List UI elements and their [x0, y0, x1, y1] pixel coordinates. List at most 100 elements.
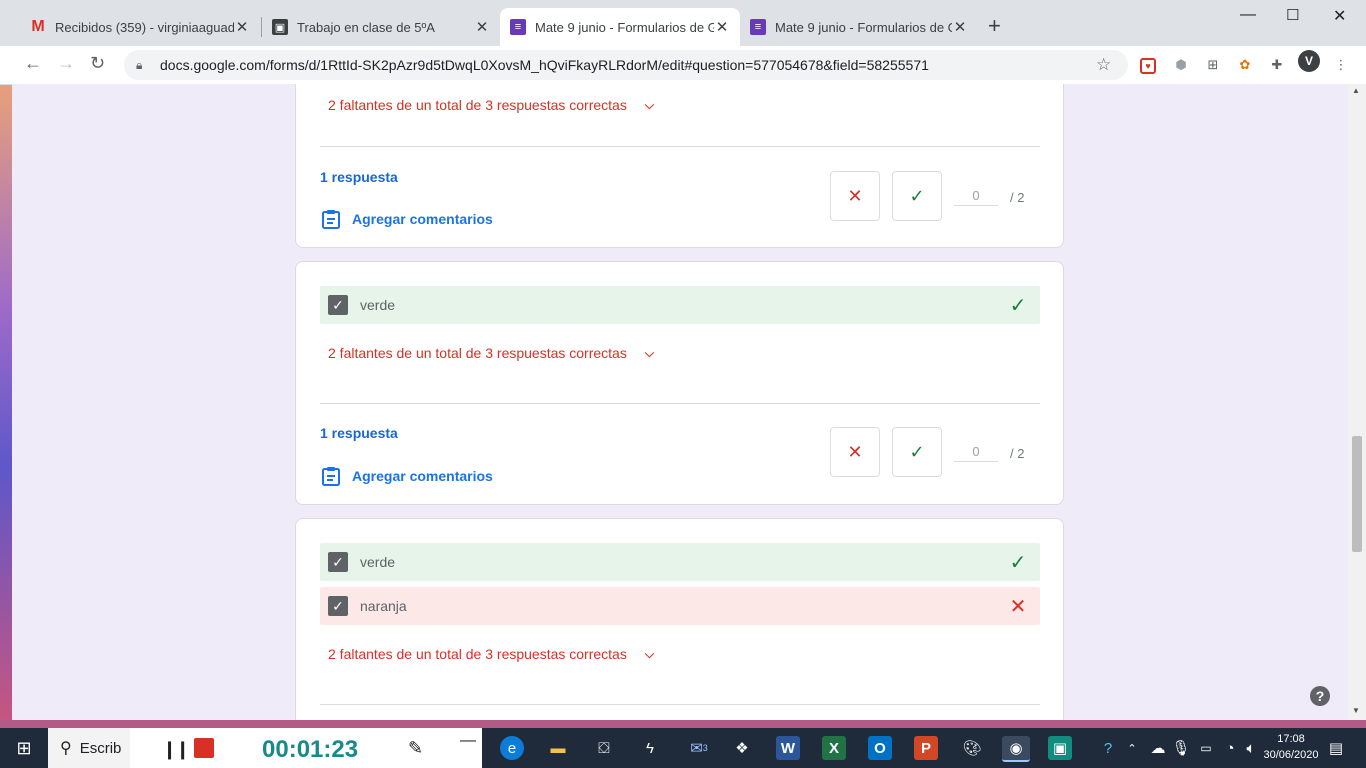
- tray-expand-icon[interactable]: ⌃: [1124, 736, 1140, 760]
- extensions-puzzle-icon[interactable]: ✚: [1268, 56, 1286, 74]
- pause-icon[interactable]: ❙❙: [162, 739, 190, 760]
- add-comments-button[interactable]: Agregar comentarios: [320, 209, 493, 229]
- excel-icon[interactable]: X: [822, 736, 846, 760]
- desktop-background: [0, 84, 12, 724]
- profile-avatar[interactable]: V: [1298, 50, 1320, 72]
- forms-page: 2 faltantes de un total de 3 respuestas …: [12, 84, 1348, 720]
- forms-icon: ≡: [510, 19, 526, 35]
- wifi-icon[interactable]: ◔: [1220, 736, 1240, 760]
- missing-answers-toggle[interactable]: 2 faltantes de un total de 3 respuestas …: [328, 646, 654, 662]
- divider: [320, 704, 1040, 705]
- responses-link[interactable]: 1 respuesta: [320, 425, 398, 441]
- browser-menu-icon[interactable]: ⋮: [1332, 56, 1350, 74]
- search-placeholder: Escrib: [79, 739, 122, 757]
- word-icon[interactable]: W: [776, 736, 800, 760]
- mail-icon[interactable]: ✉ 3: [684, 736, 714, 760]
- windows-start-icon[interactable]: ⊞: [12, 736, 36, 760]
- scroll-down-icon[interactable]: ▼: [1352, 706, 1360, 715]
- back-icon[interactable]: ←: [24, 53, 42, 74]
- store-icon[interactable]: ⛋: [592, 736, 616, 760]
- missing-answers-text: 2 faltantes de un total de 3 respuestas …: [328, 97, 627, 113]
- browser-tab-strip: M Recibidos (359) - virginiaaguado ✕ ▣ T…: [0, 0, 1366, 46]
- app-icon[interactable]: ϟ: [638, 736, 662, 760]
- search-icon: ⚲: [60, 740, 72, 757]
- extension-icon-2[interactable]: ⬢: [1172, 56, 1190, 74]
- chrome-icon[interactable]: ◉: [1002, 736, 1030, 762]
- minimize-icon[interactable]: —: [1240, 6, 1256, 24]
- gmail-icon: M: [31, 18, 45, 35]
- dropbox-icon[interactable]: ❖: [730, 736, 754, 760]
- taskbar-clock[interactable]: 17:08 30/06/2020: [1262, 731, 1320, 763]
- powerpoint-icon[interactable]: P: [914, 736, 938, 760]
- missing-answers-toggle[interactable]: 2 faltantes de un total de 3 respuestas …: [328, 97, 654, 113]
- tab-title: Mate 9 junio - Formularios de Go: [535, 19, 714, 35]
- points-input[interactable]: 0: [954, 188, 998, 206]
- microphone-icon[interactable]: 🎙︎: [1171, 736, 1190, 760]
- tab-classroom[interactable]: ▣ Trabajo en clase de 5ºA ✕: [262, 8, 500, 46]
- address-bar[interactable]: 🔒︎ docs.google.com/forms/d/1RttId-SK2pAz…: [124, 50, 1128, 80]
- new-tab-icon[interactable]: +: [988, 13, 1001, 39]
- tab-gmail[interactable]: M Recibidos (359) - virginiaaguado ✕: [20, 8, 260, 46]
- maximize-icon[interactable]: ☐: [1286, 6, 1299, 24]
- option-label: verde: [360, 554, 396, 570]
- apps-grid-icon[interactable]: ⊞: [1204, 56, 1222, 74]
- pen-icon[interactable]: ✎: [408, 738, 423, 759]
- page-scrollbar[interactable]: ▲ ▼: [1348, 84, 1366, 720]
- minimize-recorder-icon[interactable]: —: [460, 732, 476, 750]
- desktop-background-bottom: [0, 720, 1366, 728]
- comment-clipboard-icon: [322, 210, 340, 229]
- checked-checkbox-icon: ✓: [328, 295, 348, 315]
- reload-icon[interactable]: ↻: [90, 53, 105, 74]
- mark-incorrect-button[interactable]: ✕: [830, 171, 880, 221]
- forward-icon[interactable]: →: [57, 53, 75, 74]
- divider: [320, 403, 1040, 404]
- screen-recorder-bar: ❙❙ 00:01:23 ✎ —: [130, 728, 482, 768]
- stop-recording-icon[interactable]: [194, 738, 214, 758]
- add-comments-label: Agregar comentarios: [352, 211, 493, 227]
- tab-forms[interactable]: ≡ Mate 9 junio - Formularios de Go ✕: [740, 8, 978, 46]
- battery-icon[interactable]: ▭: [1196, 736, 1216, 760]
- clock-time: 17:08: [1277, 733, 1305, 745]
- add-comments-label: Agregar comentarios: [352, 468, 493, 484]
- edge-icon[interactable]: e: [500, 736, 524, 760]
- app-icon-2[interactable]: ▣: [1048, 736, 1072, 760]
- mark-correct-button[interactable]: ✓: [892, 427, 942, 477]
- responses-link[interactable]: 1 respuesta: [320, 169, 398, 185]
- volume-icon[interactable]: 🔈︎: [1242, 736, 1260, 760]
- close-tab-icon[interactable]: ✕: [234, 18, 250, 36]
- paint-icon[interactable]: 🎨︎: [960, 736, 984, 760]
- help-icon[interactable]: ?: [1310, 686, 1330, 706]
- tab-title: Mate 9 junio - Formularios de Go: [775, 19, 952, 35]
- answer-option-correct: ✓ verde ✓: [320, 543, 1040, 581]
- close-tab-icon[interactable]: ✕: [952, 18, 968, 36]
- extension-icon-3[interactable]: ✿: [1236, 56, 1254, 74]
- onedrive-icon[interactable]: ☁: [1148, 736, 1168, 760]
- mark-incorrect-button[interactable]: ✕: [830, 427, 880, 477]
- lock-icon: 🔒︎: [136, 57, 143, 72]
- close-window-icon[interactable]: ✕: [1333, 6, 1346, 26]
- add-comments-button[interactable]: Agregar comentarios: [320, 466, 493, 486]
- bookmark-star-icon[interactable]: ☆: [1096, 55, 1120, 75]
- close-tab-icon[interactable]: ✕: [714, 18, 730, 36]
- option-label: naranja: [360, 598, 407, 614]
- file-explorer-icon[interactable]: ▬: [546, 736, 570, 760]
- help-tray-icon[interactable]: ?: [1096, 736, 1120, 760]
- close-tab-icon[interactable]: ✕: [474, 18, 490, 36]
- extension-icon-1[interactable]: ♥: [1140, 58, 1156, 74]
- url-text: docs.google.com/forms/d/1RttId-SK2pAzr9d…: [160, 57, 929, 73]
- scroll-up-icon[interactable]: ▲: [1352, 86, 1360, 95]
- missing-answers-toggle[interactable]: 2 faltantes de un total de 3 respuestas …: [328, 345, 654, 361]
- mark-correct-button[interactable]: ✓: [892, 171, 942, 221]
- question-card-2: ✓ verde ✓ 2 faltantes de un total de 3 r…: [295, 261, 1064, 505]
- missing-answers-text: 2 faltantes de un total de 3 respuestas …: [328, 646, 627, 662]
- max-points: / 2: [1010, 445, 1025, 461]
- tab-forms-active[interactable]: ≡ Mate 9 junio - Formularios de Go ✕: [500, 8, 740, 46]
- outlook-icon[interactable]: O: [868, 736, 892, 760]
- notifications-icon[interactable]: ▤: [1324, 736, 1348, 760]
- tab-title: Trabajo en clase de 5ºA: [297, 19, 435, 35]
- taskbar-search-box[interactable]: ⚲ Escrib: [48, 728, 136, 768]
- scrollbar-thumb[interactable]: [1352, 436, 1362, 552]
- answer-option-correct: ✓ verde ✓: [320, 286, 1040, 324]
- points-input[interactable]: 0: [954, 444, 998, 462]
- checked-checkbox-icon: ✓: [328, 596, 348, 616]
